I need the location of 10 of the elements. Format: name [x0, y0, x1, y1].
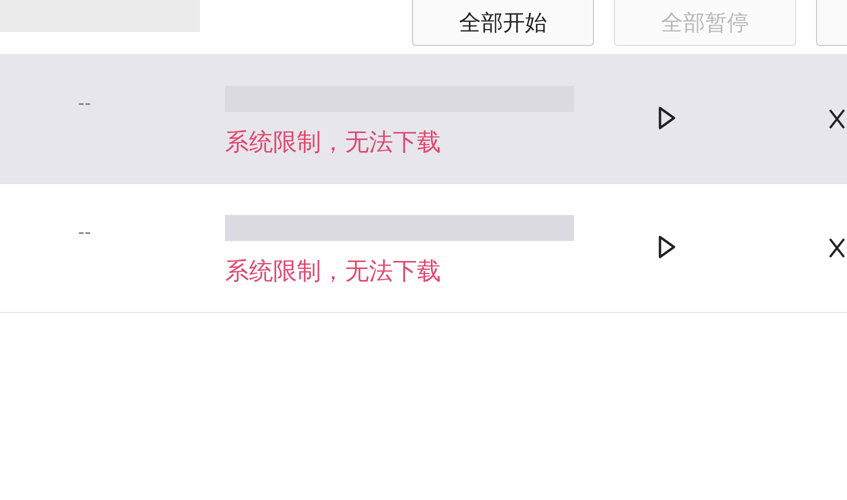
- close-icon[interactable]: [828, 108, 846, 130]
- play-icon[interactable]: [657, 106, 677, 130]
- download-row[interactable]: -- 系统限制，无法下载: [0, 55, 847, 184]
- close-icon[interactable]: [828, 237, 846, 259]
- error-message: 系统限制，无法下载: [225, 127, 442, 158]
- file-size: --: [78, 93, 91, 114]
- error-message: 系统限制，无法下载: [225, 256, 442, 287]
- toolbar-button[interactable]: 全部开始: [412, 0, 594, 46]
- file-size: --: [78, 222, 91, 243]
- play-icon[interactable]: [657, 235, 677, 259]
